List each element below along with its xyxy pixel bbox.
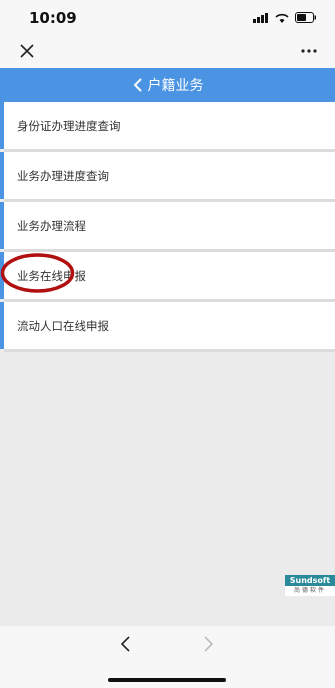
browser-bottombar bbox=[0, 626, 335, 688]
chevron-left-icon bbox=[133, 78, 142, 92]
menu-item-online-declaration[interactable]: 业务在线申报 bbox=[0, 252, 335, 302]
menu-item-label: 业务办理进度查询 bbox=[17, 169, 109, 183]
menu-item-business-process[interactable]: 业务办理流程 bbox=[0, 202, 335, 252]
logo-top: Sundsoft bbox=[285, 575, 335, 586]
status-time: 10:09 bbox=[29, 9, 77, 27]
status-bar: 10:09 bbox=[0, 0, 335, 34]
logo-bottom: 尚德软件 bbox=[285, 586, 335, 596]
menu-item-business-progress[interactable]: 业务办理进度查询 bbox=[0, 152, 335, 202]
menu-item-label: 业务办理流程 bbox=[17, 219, 86, 233]
menu-item-label: 业务在线申报 bbox=[17, 269, 86, 283]
wifi-icon bbox=[275, 13, 289, 23]
nav-back-icon[interactable] bbox=[118, 634, 134, 654]
page-header: 户籍业务 bbox=[0, 68, 335, 102]
menu-item-label: 流动人口在线申报 bbox=[17, 319, 109, 333]
menu-item-label: 身份证办理进度查询 bbox=[17, 119, 121, 133]
divider bbox=[4, 349, 335, 352]
battery-icon bbox=[295, 12, 316, 23]
signal-icon bbox=[253, 12, 268, 23]
nav-forward-icon[interactable] bbox=[200, 634, 216, 654]
more-icon[interactable] bbox=[297, 40, 321, 62]
status-icons bbox=[253, 12, 317, 23]
home-indicator bbox=[108, 678, 226, 682]
back-button[interactable]: 户籍业务 bbox=[132, 75, 204, 95]
sundsoft-logo: Sundsoft 尚德软件 bbox=[285, 575, 335, 597]
menu-item-floating-population[interactable]: 流动人口在线申报 bbox=[0, 302, 335, 352]
page-title: 户籍业务 bbox=[147, 78, 204, 94]
menu-item-id-card-progress[interactable]: 身份证办理进度查询 bbox=[0, 102, 335, 152]
menu-list: 身份证办理进度查询 业务办理进度查询 业务办理流程 业务在线申报 流动人口在线申… bbox=[0, 102, 335, 352]
close-icon[interactable] bbox=[16, 40, 38, 62]
browser-topbar bbox=[0, 34, 335, 68]
